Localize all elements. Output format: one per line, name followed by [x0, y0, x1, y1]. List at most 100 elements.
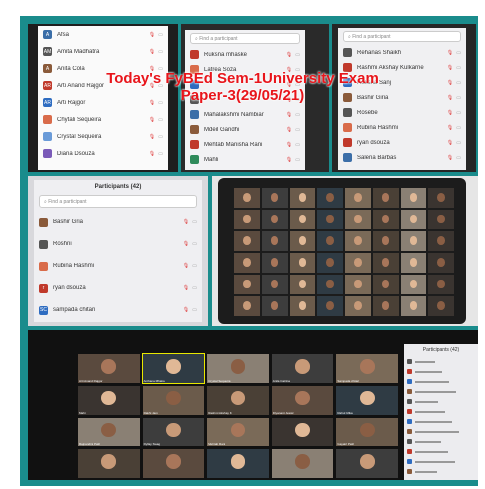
participant-row[interactable] — [407, 437, 475, 446]
mic-off-icon[interactable]: 🎙 — [447, 50, 453, 56]
video-tile[interactable]: Rakhi Jam — [142, 385, 205, 415]
mic-off-icon[interactable]: 🎙 — [286, 52, 292, 58]
video-tile[interactable] — [317, 209, 343, 230]
video-tile[interactable] — [289, 231, 316, 251]
participant-row[interactable]: A Afsa 🎙 ▭ — [38, 26, 168, 43]
video-tile[interactable] — [400, 188, 427, 208]
mic-off-icon[interactable]: 🎙 — [447, 110, 453, 116]
video-off-icon[interactable]: ▭ — [295, 142, 300, 148]
video-tile[interactable] — [428, 188, 454, 208]
video-tile[interactable] — [400, 274, 427, 295]
video-tile[interactable] — [345, 296, 371, 316]
mic-off-icon[interactable]: 🎙 — [183, 307, 189, 313]
mic-off-icon[interactable]: 🎙 — [286, 127, 292, 133]
video-tile[interactable] — [372, 274, 399, 295]
participant-row[interactable] — [407, 397, 475, 406]
video-tile[interactable]: Rajnandini Patil — [78, 417, 140, 447]
mic-off-icon[interactable]: 🎙 — [149, 49, 155, 55]
video-tile[interactable]: Mehtab Rani — [207, 417, 269, 447]
video-off-icon[interactable]: ▭ — [192, 241, 197, 247]
mic-off-icon[interactable]: 🎙 — [447, 125, 453, 131]
video-tile[interactable] — [428, 209, 454, 230]
video-tile[interactable] — [261, 188, 288, 208]
video-tile[interactable] — [234, 231, 260, 251]
video-tile[interactable] — [400, 231, 427, 251]
video-tile[interactable] — [400, 296, 427, 316]
video-tile[interactable]: Dyllay Swag — [142, 417, 205, 447]
participant-row[interactable] — [407, 447, 475, 456]
video-tile[interactable] — [345, 188, 371, 208]
video-tile[interactable] — [289, 252, 316, 273]
video-tile[interactable] — [317, 231, 343, 251]
participant-row[interactable]: Mahalakshmi Nambiar 🎙 ▭ — [185, 107, 305, 122]
video-tile[interactable] — [428, 296, 454, 316]
video-tile[interactable] — [317, 188, 343, 208]
video-tile[interactable] — [345, 231, 371, 251]
participant-row[interactable]: Mahli 🎙 ▭ — [185, 152, 305, 167]
participant-search-input[interactable]: ⌕ Find a participant — [190, 33, 300, 44]
participant-row[interactable]: r ryan dsouza 🎙 ▭ — [34, 277, 202, 299]
mic-off-icon[interactable]: 🎙 — [286, 157, 292, 163]
video-off-icon[interactable]: ▭ — [192, 285, 197, 291]
participant-row[interactable] — [407, 377, 475, 386]
participant-row[interactable]: ryan dsouza 🎙 ▭ — [338, 135, 466, 150]
participant-row[interactable]: Ruksna mhaske 🎙 ▭ — [185, 47, 305, 62]
video-tile[interactable] — [428, 274, 454, 295]
video-tile[interactable] — [372, 296, 399, 316]
video-off-icon[interactable]: ▭ — [192, 307, 197, 313]
participant-row[interactable]: Rehanas Shaikh 🎙 ▭ — [338, 45, 466, 60]
mic-off-icon[interactable]: 🎙 — [149, 134, 155, 140]
mic-off-icon[interactable]: 🎙 — [149, 32, 155, 38]
video-tile[interactable]: Diyanant Jessic — [271, 385, 334, 415]
video-off-icon[interactable]: ▭ — [158, 151, 163, 157]
mic-off-icon[interactable]: 🎙 — [447, 155, 453, 161]
video-off-icon[interactable]: ▭ — [158, 32, 163, 38]
video-tile[interactable] — [336, 449, 398, 478]
video-tile[interactable] — [207, 449, 269, 478]
video-tile[interactable] — [142, 449, 205, 478]
mic-off-icon[interactable]: 🎙 — [447, 140, 453, 146]
participant-row[interactable]: Rubina Hashmi 🎙 ▭ — [34, 255, 202, 277]
video-tile[interactable] — [261, 231, 288, 251]
participant-row[interactable] — [407, 357, 475, 366]
mic-off-icon[interactable]: 🎙 — [183, 263, 189, 269]
video-tile[interactable]: Gayatri Patil — [336, 417, 398, 447]
video-tile[interactable] — [261, 274, 288, 295]
participant-row[interactable] — [407, 417, 475, 426]
mic-off-icon[interactable]: 🎙 — [286, 112, 292, 118]
mic-off-icon[interactable]: 🎙 — [183, 241, 189, 247]
participant-row[interactable]: Bashir Gria 🎙 ▭ — [34, 211, 202, 233]
video-tile[interactable] — [261, 296, 288, 316]
video-tile[interactable] — [234, 209, 260, 230]
participant-search-input[interactable]: ⌕ Find a participant — [343, 31, 461, 42]
video-off-icon[interactable]: ▭ — [295, 127, 300, 133]
participant-row[interactable]: Rosebe 🎙 ▭ — [338, 105, 466, 120]
participant-search-input[interactable]: ⌕ Find a participant — [39, 195, 197, 208]
video-off-icon[interactable]: ▭ — [295, 157, 300, 163]
video-tile[interactable] — [289, 188, 316, 208]
video-off-icon[interactable]: ▭ — [158, 134, 163, 140]
video-tile[interactable]: Rashmi Akshay K — [207, 385, 269, 415]
participant-row[interactable]: Rubina Hashmi 🎙 ▭ — [338, 120, 466, 135]
participant-row[interactable]: Chytali Sequeira 🎙 ▭ — [38, 111, 168, 128]
participant-row[interactable] — [407, 387, 475, 396]
video-tile[interactable] — [428, 231, 454, 251]
mic-off-icon[interactable]: 🎙 — [149, 117, 155, 123]
video-tile[interactable] — [400, 252, 427, 273]
video-tile[interactable] — [345, 274, 371, 295]
participant-row[interactable] — [407, 427, 475, 436]
video-tile[interactable] — [317, 274, 343, 295]
participant-row[interactable] — [407, 367, 475, 376]
video-tile[interactable] — [289, 296, 316, 316]
video-tile[interactable]: Archana Mhatre — [141, 353, 206, 384]
participant-row[interactable]: Crystal Sequeira 🎙 ▭ — [38, 128, 168, 145]
video-tile[interactable] — [271, 417, 334, 447]
video-tile[interactable] — [372, 209, 399, 230]
video-off-icon[interactable]: ▭ — [192, 263, 197, 269]
participant-row[interactable]: Mdeil Gandhi 🎙 ▭ — [185, 122, 305, 137]
video-off-icon[interactable]: ▭ — [456, 140, 461, 146]
video-tile[interactable]: Mahi — [78, 385, 140, 415]
video-tile[interactable] — [372, 188, 399, 208]
participant-row[interactable] — [407, 467, 475, 476]
video-off-icon[interactable]: ▭ — [192, 219, 197, 225]
